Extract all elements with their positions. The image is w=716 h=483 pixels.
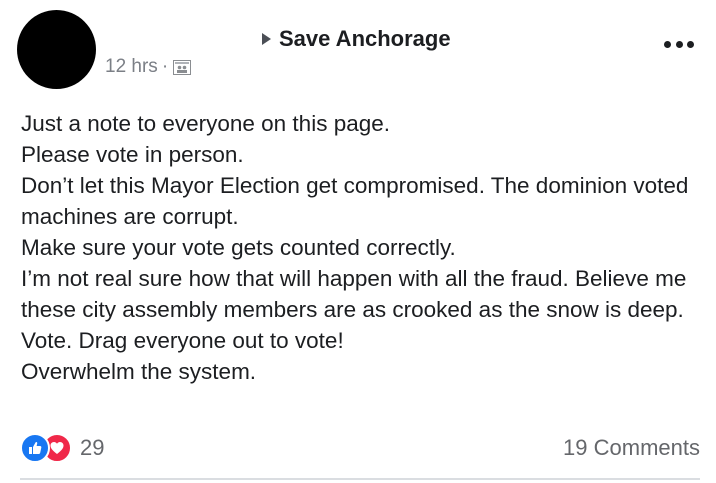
post-timestamp[interactable]: 12 hrs — [105, 56, 158, 78]
meta-separator: · — [161, 56, 169, 77]
post-line: Just a note to everyone on this page. — [21, 111, 390, 136]
post-line: Please vote in person. — [21, 142, 244, 167]
like-icon — [20, 433, 50, 463]
more-dot — [664, 40, 671, 48]
post-meta: 12 hrs · — [105, 56, 192, 78]
group-name[interactable]: Save Anchorage — [279, 26, 451, 52]
group-audience-icon — [173, 59, 192, 75]
reaction-count: 29 — [80, 435, 105, 460]
more-dot — [687, 40, 694, 48]
post-line: Vote. Drag everyone out to vote! — [21, 328, 344, 353]
reactions-summary[interactable]: 29 — [20, 433, 104, 463]
facebook-post: Save Anchorage 12 hrs · Just a note to e… — [0, 0, 716, 483]
comments-link[interactable]: 19 Comments — [563, 435, 700, 461]
avatar[interactable] — [17, 10, 96, 89]
more-dot — [675, 40, 683, 48]
post-line: I’m not real sure how that will happen w… — [21, 266, 687, 322]
caret-right-icon — [262, 33, 271, 45]
post-line: Make sure your vote gets counted correct… — [21, 235, 456, 260]
post-line: Overwhelm the system. — [21, 359, 257, 384]
post-body: Just a note to everyone on this page. Pl… — [21, 108, 701, 387]
group-link[interactable]: Save Anchorage — [262, 26, 451, 52]
more-options-icon[interactable] — [664, 38, 694, 50]
post-line: Don’t let this Mayor Election get compro… — [21, 173, 689, 229]
divider — [20, 478, 700, 480]
